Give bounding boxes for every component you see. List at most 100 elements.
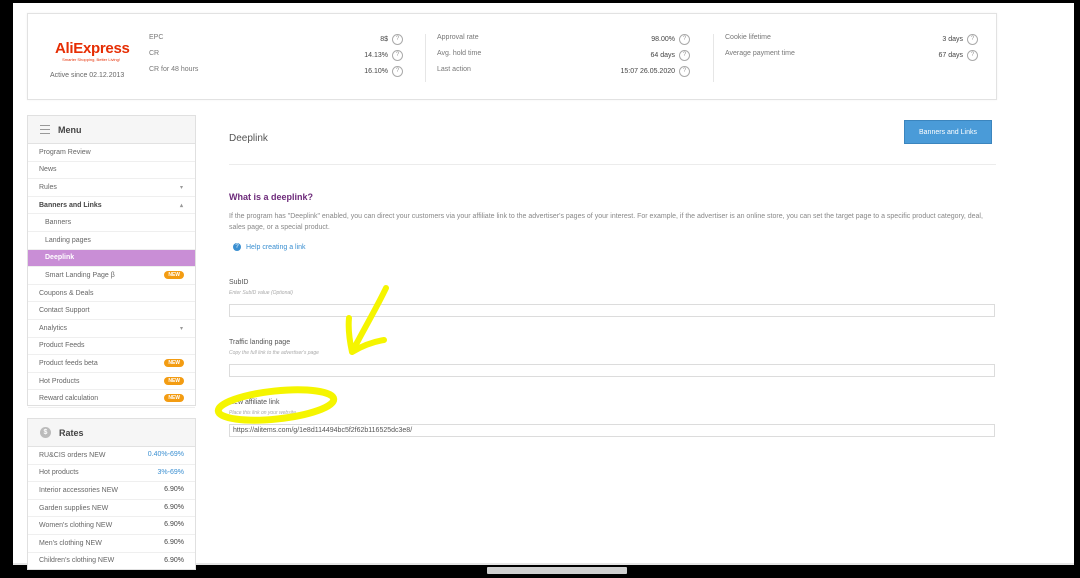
sidebar-item-news[interactable]: News [28, 162, 195, 180]
rate-row: Garden supplies NEW 6.90% [28, 500, 195, 518]
stat-payment-time: Average payment time 67 days? [725, 50, 978, 66]
sidebar-item-analytics[interactable]: Analytics ▾ [28, 320, 195, 338]
sidebar-item-label: News [39, 166, 57, 174]
sidebar-item-rules[interactable]: Rules ▾ [28, 179, 195, 197]
stat-value-wrap: 16.10%? [364, 66, 403, 77]
stat-cookie-lifetime: Cookie lifetime 3 days? [725, 34, 978, 50]
sidebar-item-product-feeds[interactable]: Product Feeds [28, 338, 195, 356]
help-icon[interactable]: ? [967, 34, 978, 45]
stat-value-wrap: 64 days? [650, 50, 690, 61]
sidebar-item-smart-landing-page[interactable]: Smart Landing Page β NEW [28, 267, 195, 285]
highlighter-arrow [345, 285, 389, 355]
section-title: What is a deeplink? [229, 192, 314, 202]
subid-hint: Enter SubID value (Optional) [229, 290, 293, 296]
stat-last-action: Last action 15:07 26.05.2020? [437, 66, 690, 82]
help-icon[interactable]: ? [392, 34, 403, 45]
banners-and-links-button[interactable]: Banners and Links [904, 120, 992, 144]
new-badge: NEW [164, 376, 184, 385]
subid-label: SubID [229, 279, 249, 286]
help-link-label: Help creating a link [246, 243, 306, 251]
help-icon[interactable]: ? [967, 50, 978, 61]
stat-value: 15:07 26.05.2020 [620, 68, 676, 75]
help-icon[interactable]: ? [679, 50, 690, 61]
rate-label: Men's clothing NEW [39, 539, 102, 547]
help-icon[interactable]: ? [392, 66, 403, 77]
subid-input[interactable] [229, 304, 995, 317]
sidebar-item-reward-calculation[interactable]: Reward calculation NEW [28, 390, 195, 408]
stat-label: Last action [437, 66, 471, 73]
landing-page-label: Traffic landing page [229, 339, 291, 346]
stat-value-wrap: 3 days? [942, 34, 978, 45]
new-badge: NEW [164, 359, 184, 368]
deeplink-description: If the program has "Deeplink" enabled, y… [229, 213, 983, 231]
sidebar-item-label: Banners [45, 219, 72, 227]
aliexpress-logo[interactable]: AliExpress Smarter Shopping, Better Livi… [55, 40, 130, 62]
sidebar-item-hot-products[interactable]: Hot Products NEW [28, 373, 195, 391]
sidebar-item-label: Product feeds beta [39, 359, 98, 367]
chevron-down-icon: ▾ [179, 185, 183, 192]
sidebar-menu: Menu Program Review News Rules ▾ Banners … [27, 115, 196, 408]
rate-label: Garden supplies NEW [39, 504, 109, 512]
rate-value[interactable]: 0.40%-69% [148, 451, 184, 458]
stat-approval-rate: Approval rate 98.00%? [437, 34, 690, 50]
rate-value: 6.90% [164, 503, 184, 511]
stat-value-wrap: 8$? [380, 34, 403, 45]
sidebar-item-program-review[interactable]: Program Review [28, 144, 195, 162]
rate-value: 6.90% [164, 556, 184, 564]
rate-value: 6.90% [164, 538, 184, 546]
stat-cr-48h: CR for 48 hours 16.10%? [149, 66, 403, 82]
stat-value-wrap: 15:07 26.05.2020? [620, 66, 690, 77]
stat-value-wrap: 14.13%? [364, 50, 403, 61]
sidebar-item-product-feeds-beta[interactable]: Product feeds beta NEW [28, 355, 195, 373]
stat-value-wrap: 98.00%? [651, 34, 690, 45]
screen-frame-top [0, 0, 1080, 3]
active-since: Active since 02.12.2013 [50, 72, 125, 79]
rate-value[interactable]: 3%-69% [158, 469, 184, 476]
help-creating-link[interactable]: ? Help creating a link [233, 243, 306, 251]
rate-row: Interior accessories NEW 6.90% [28, 482, 195, 500]
sidebar-item-banners-and-links[interactable]: Banners and Links ▴ [28, 197, 195, 215]
sidebar-item-label: Hot Products [39, 377, 80, 385]
column-divider [425, 34, 426, 82]
rates-header: $ Rates [28, 419, 195, 447]
stat-label: CR [149, 50, 160, 57]
stat-label: Avg. hold time [437, 50, 482, 57]
rate-label: RU&CIS orders NEW [39, 451, 106, 459]
sidebar-item-label: Product Feeds [39, 342, 85, 350]
stat-epc: EPC 8$? [149, 34, 403, 50]
rate-label: Hot products [39, 469, 79, 477]
stats-column-2: Approval rate 98.00%? Avg. hold time 64 … [437, 34, 690, 82]
column-divider [713, 34, 714, 82]
sidebar-item-deeplink[interactable]: Deeplink [28, 249, 195, 268]
sidebar-item-label: Analytics [39, 324, 68, 332]
stat-label: Average payment time [725, 50, 795, 57]
menu-header: Menu [28, 116, 195, 144]
sidebar-item-landing-pages[interactable]: Landing pages [28, 232, 195, 250]
rate-value: 6.90% [164, 486, 184, 494]
stat-label: Approval rate [437, 34, 479, 41]
stats-column-3: Cookie lifetime 3 days? Average payment … [725, 34, 978, 66]
stat-value: 16.10% [364, 68, 388, 75]
rates-panel: $ Rates RU&CIS orders NEW 0.40%-69% Hot p… [27, 418, 196, 570]
hamburger-icon [40, 125, 50, 134]
help-icon[interactable]: ? [392, 50, 403, 61]
stat-label: EPC [149, 34, 164, 41]
sidebar-item-banners[interactable]: Banners [28, 214, 195, 232]
sidebar-item-label: Smart Landing Page β [45, 271, 115, 279]
affiliate-link-label: New affiliate link [229, 399, 280, 406]
sidebar-item-coupons-deals[interactable]: Coupons & Deals [28, 285, 195, 303]
stat-label: CR for 48 hours [149, 66, 199, 73]
sidebar-item-label: Deeplink [45, 254, 75, 262]
stats-column-1: EPC 8$? CR 14.13%? CR for 48 hours 16.10… [149, 34, 403, 82]
horizontal-scrollbar-thumb[interactable] [487, 567, 627, 574]
help-icon[interactable]: ? [679, 34, 690, 45]
landing-page-input[interactable] [229, 364, 995, 377]
help-icon[interactable]: ? [679, 66, 690, 77]
stat-value: 67 days [938, 52, 963, 59]
screen-frame-right [1074, 0, 1080, 578]
logo-text: AliExpress [55, 40, 130, 57]
affiliate-link-input[interactable] [229, 424, 995, 437]
rate-label: Children's clothing NEW [39, 557, 115, 565]
stat-value: 8$ [380, 36, 388, 43]
sidebar-item-contact-support[interactable]: Contact Support [28, 302, 195, 320]
